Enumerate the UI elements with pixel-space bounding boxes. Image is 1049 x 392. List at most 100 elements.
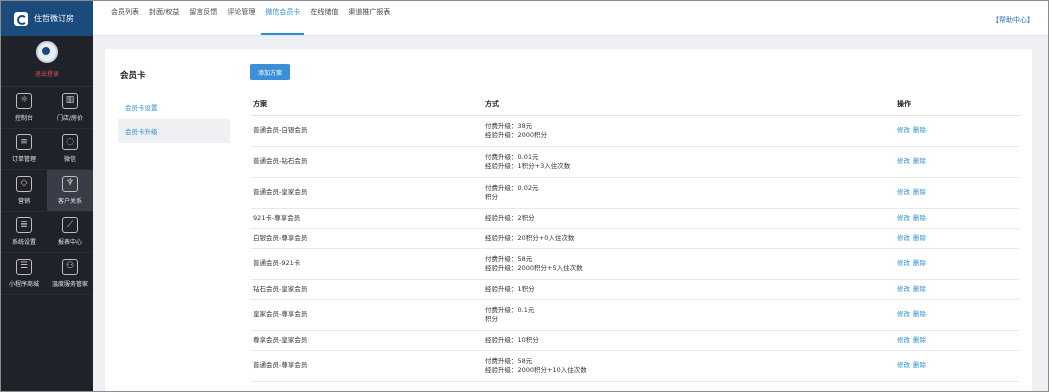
- sidebar-item-reports[interactable]: ⟋ 报表中心: [47, 212, 93, 253]
- sidebar-item-settings[interactable]: ≣ 系统设置: [1, 212, 47, 253]
- actions-cell: 修改 删除: [895, 350, 1019, 382]
- tab-cover-benefits[interactable]: 封面/权益: [145, 1, 183, 35]
- sidebar-item-label: 营销: [17, 197, 30, 205]
- column-header-method: 方式: [483, 93, 895, 116]
- edit-link[interactable]: 修改: [897, 259, 910, 267]
- list-icon: ☰: [16, 258, 32, 275]
- edit-link[interactable]: 修改: [897, 126, 910, 134]
- delete-link[interactable]: 删除: [913, 188, 926, 196]
- edit-link[interactable]: 修改: [897, 188, 910, 196]
- method-line-1: 付费升级：38元: [485, 121, 533, 130]
- method-cell: 经验升级：2积分: [483, 208, 895, 229]
- method-line-1: 经验升级：1积分: [485, 284, 535, 293]
- logout-link[interactable]: 退出登录: [35, 69, 59, 78]
- plan-cell: 皇家会员-尊享会员: [251, 299, 483, 331]
- actions-cell: 修改 删除: [895, 248, 1019, 280]
- sub-nav: 会员卡 会员卡设置 会员卡升级: [118, 69, 230, 143]
- method-cell: 付费升级：0.1元 积分: [483, 299, 895, 331]
- wine-glass-icon: ♆: [62, 175, 78, 192]
- brand: 住哲微订房: [1, 1, 93, 36]
- upgrade-table: 方案 方式 操作 普通会员-白银会员 付费升级：38元 经验升级：2000积分 修改删…: [251, 93, 1019, 382]
- edit-link[interactable]: 修改: [897, 234, 910, 242]
- tab-online-topup[interactable]: 在线储值: [306, 1, 342, 35]
- sub-nav-card-settings[interactable]: 会员卡设置: [118, 95, 230, 119]
- tab-feedback[interactable]: 留言反馈: [185, 1, 221, 35]
- tab-reviews[interactable]: 评论管理: [223, 1, 259, 35]
- method-line-1: 付费升级：58元: [485, 356, 533, 365]
- sidebar-item-label: 客户关系: [57, 197, 82, 205]
- method-cell: 付费升级：38元 经验升级：2000积分: [483, 115, 895, 147]
- chat-icon: ◌: [62, 134, 78, 151]
- sidebar-item-service-butler[interactable]: ⚇ 温度服务管家: [47, 253, 93, 295]
- sidebar-item-label: 温度服务管家: [51, 280, 88, 288]
- method-line-1: 付费升级：0.1元: [485, 305, 535, 314]
- sliders-icon: ≣: [16, 217, 32, 234]
- sidebar-item-label: 报表中心: [57, 239, 82, 247]
- content-panel: 会员卡 会员卡设置 会员卡升级 添加方案 方案 方式 操作 普通会员-白银会员付…: [105, 49, 1032, 391]
- sidebar-item-label: 系统设置: [11, 239, 36, 247]
- method-line-1: 经验升级：10积分: [485, 335, 539, 344]
- sidebar-item-dashboard[interactable]: ☼ 控制台: [1, 87, 47, 129]
- edit-link[interactable]: 修改: [897, 214, 910, 222]
- building-icon: ▥: [62, 92, 78, 109]
- actions-cell: 修改 删除: [895, 279, 1019, 300]
- user-panel: 退出登录: [1, 36, 93, 87]
- sidebar-item-stores[interactable]: ▥ 门店/房价: [47, 87, 93, 129]
- delete-link[interactable]: 删除: [913, 285, 926, 293]
- sidebar-item-wechat[interactable]: ◌ 微信: [47, 129, 93, 170]
- table-row: 皇家会员-尊享会员 付费升级：0.1元 积分 修改 删除: [251, 299, 1019, 331]
- method-cell: 经验升级：1积分: [483, 279, 895, 300]
- actions-cell: 修改 删除: [895, 115, 1019, 147]
- table-row: 普通会员-921卡 付费升级：58元 经验升级：2000积分+5入住次数 修改 删除: [251, 248, 1019, 280]
- method-cell: 经验升级：10积分: [483, 330, 895, 351]
- brand-logo-icon: [14, 11, 28, 26]
- edit-link[interactable]: 修改: [897, 285, 910, 293]
- add-plan-button[interactable]: 添加方案: [250, 64, 291, 80]
- help-center-link[interactable]: 【帮助中心】: [992, 15, 1034, 25]
- edit-link[interactable]: 修改: [897, 310, 910, 318]
- actions-cell: 修改 删除: [895, 330, 1019, 351]
- delete-link[interactable]: 删除: [913, 157, 926, 165]
- sidebar-item-label: 小程序商城: [8, 280, 39, 288]
- plan-cell: 白银会员-尊享会员: [251, 228, 483, 249]
- edit-link[interactable]: 修改: [897, 157, 910, 165]
- sidebar-item-customer-relations[interactable]: ♆ 客户关系: [47, 170, 93, 212]
- sub-nav-card-upgrade[interactable]: 会员卡升级: [118, 119, 230, 143]
- plan-cell: 921卡-尊享会员: [251, 208, 483, 229]
- delete-link[interactable]: 删除: [913, 214, 926, 222]
- table-header-row: 方案 方式 操作: [251, 93, 1019, 116]
- delete-link[interactable]: 删除: [913, 336, 926, 344]
- tab-wechat-card[interactable]: 微信会员卡: [261, 1, 305, 35]
- chart-icon: ⟋: [62, 217, 78, 234]
- table-row: 尊享会员-皇家会员 经验升级：10积分 修改 删除: [251, 330, 1019, 351]
- brand-name: 住哲微订房: [34, 14, 74, 23]
- tab-member-list[interactable]: 会员列表: [107, 1, 143, 35]
- actions-cell: 修改 删除: [895, 177, 1019, 209]
- edit-link[interactable]: 修改: [897, 336, 910, 344]
- sidebar-item-mini-mall[interactable]: ☰ 小程序商城: [1, 253, 47, 295]
- method-line-2: 积分: [485, 314, 498, 323]
- delete-link[interactable]: 删除: [913, 361, 926, 369]
- delete-link[interactable]: 删除: [913, 126, 926, 134]
- sidebar: 住哲微订房 退出登录 ☼ 控制台 ▥ 门店/房价 ≡ 订单管理 ◌ 微信 ◇ 营…: [1, 1, 93, 391]
- sun-icon: ☼: [16, 92, 32, 109]
- tab-channel-report[interactable]: 渠道推广报表: [344, 1, 394, 35]
- delete-link[interactable]: 删除: [913, 234, 926, 242]
- method-cell: 付费升级：0.02元 积分: [483, 177, 895, 209]
- table-body: 普通会员-白银会员 付费升级：38元 经验升级：2000积分 修改 删除 普通会员-钻石会…: [251, 115, 1019, 382]
- sidebar-item-marketing[interactable]: ◇ 营销: [1, 170, 47, 212]
- method-cell: 经验升级：20积分+0入住次数: [483, 228, 895, 249]
- avatar[interactable]: [36, 41, 58, 63]
- plan-cell: 钻石会员-皇家会员: [251, 279, 483, 300]
- method-line-1: 付费升级：0.01元: [485, 152, 539, 161]
- delete-link[interactable]: 删除: [913, 259, 926, 267]
- document-icon: ≡: [16, 134, 32, 151]
- method-line-2: 积分: [485, 192, 498, 201]
- people-icon: ⚇: [62, 258, 78, 275]
- edit-link[interactable]: 修改: [897, 361, 910, 369]
- actions-cell: 修改 删除: [895, 146, 1019, 178]
- delete-link[interactable]: 删除: [913, 310, 926, 318]
- top-nav: 会员列表 封面/权益 留言反馈 评论管理 微信会员卡 在线储值 渠道推广报表 【…: [93, 1, 1048, 36]
- method-line-1: 经验升级：20积分+0入住次数: [485, 233, 575, 242]
- sidebar-item-orders[interactable]: ≡ 订单管理: [1, 129, 47, 170]
